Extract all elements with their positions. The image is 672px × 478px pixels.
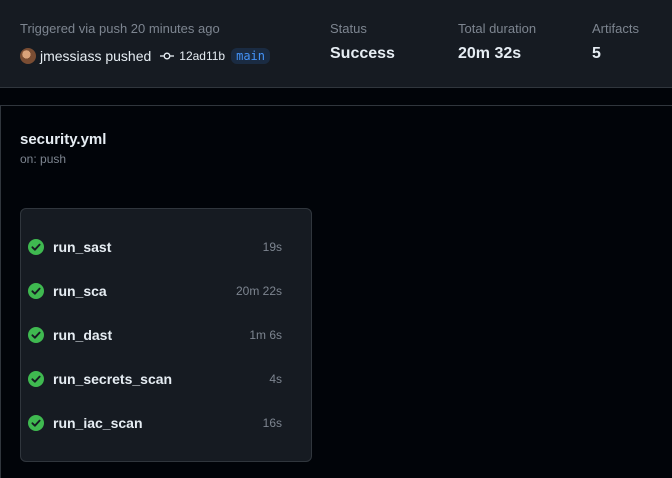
run-summary: Triggered via push 20 minutes ago jmessi… bbox=[0, 0, 672, 88]
job-run-sast[interactable]: run_sast 19s bbox=[28, 235, 282, 259]
job-name: run_iac_scan bbox=[53, 415, 143, 431]
push-info: jmessiass pushed 12ad11b main bbox=[20, 46, 271, 66]
total-duration-label: Total duration bbox=[458, 21, 537, 36]
total-duration-value: 20m 32s bbox=[458, 45, 522, 62]
check-circle-fill-icon bbox=[28, 371, 44, 387]
job-duration: 20m 22s bbox=[235, 284, 282, 298]
job-run-iac-scan[interactable]: run_iac_scan 16s bbox=[28, 411, 282, 435]
job-name: run_secrets_scan bbox=[53, 371, 173, 387]
check-circle-fill-icon bbox=[28, 239, 44, 255]
commit-sha-link[interactable]: 12ad11b bbox=[179, 49, 225, 63]
git-commit-icon bbox=[160, 49, 175, 63]
check-circle-fill-icon bbox=[28, 283, 44, 299]
status-value: Success bbox=[330, 45, 395, 62]
actor-link[interactable]: jmessiass pushed bbox=[40, 48, 151, 64]
user-avatar[interactable] bbox=[20, 48, 36, 64]
job-name: run_dast bbox=[53, 327, 113, 343]
branch-badge[interactable]: main bbox=[231, 48, 271, 64]
workflow-trigger: on: push bbox=[20, 152, 67, 166]
workflow-file-name: security.yml bbox=[20, 131, 107, 148]
job-duration: 4s bbox=[269, 372, 282, 386]
job-run-sca[interactable]: run_sca 20m 22s bbox=[28, 279, 282, 303]
check-circle-fill-icon bbox=[28, 327, 44, 343]
artifacts-label: Artifacts bbox=[592, 21, 639, 36]
trigger-text: Triggered via push 20 minutes ago bbox=[20, 21, 220, 36]
job-duration: 19s bbox=[262, 240, 282, 254]
job-duration: 16s bbox=[262, 416, 282, 430]
job-run-secrets-scan[interactable]: run_secrets_scan 4s bbox=[28, 367, 282, 391]
job-run-dast[interactable]: run_dast 1m 6s bbox=[28, 323, 282, 347]
status-label: Status bbox=[330, 21, 367, 36]
check-circle-fill-icon bbox=[28, 415, 44, 431]
job-duration: 1m 6s bbox=[249, 328, 282, 342]
job-name: run_sca bbox=[53, 283, 107, 299]
artifacts-count-link[interactable]: 5 bbox=[592, 45, 601, 63]
job-name: run_sast bbox=[53, 239, 112, 255]
